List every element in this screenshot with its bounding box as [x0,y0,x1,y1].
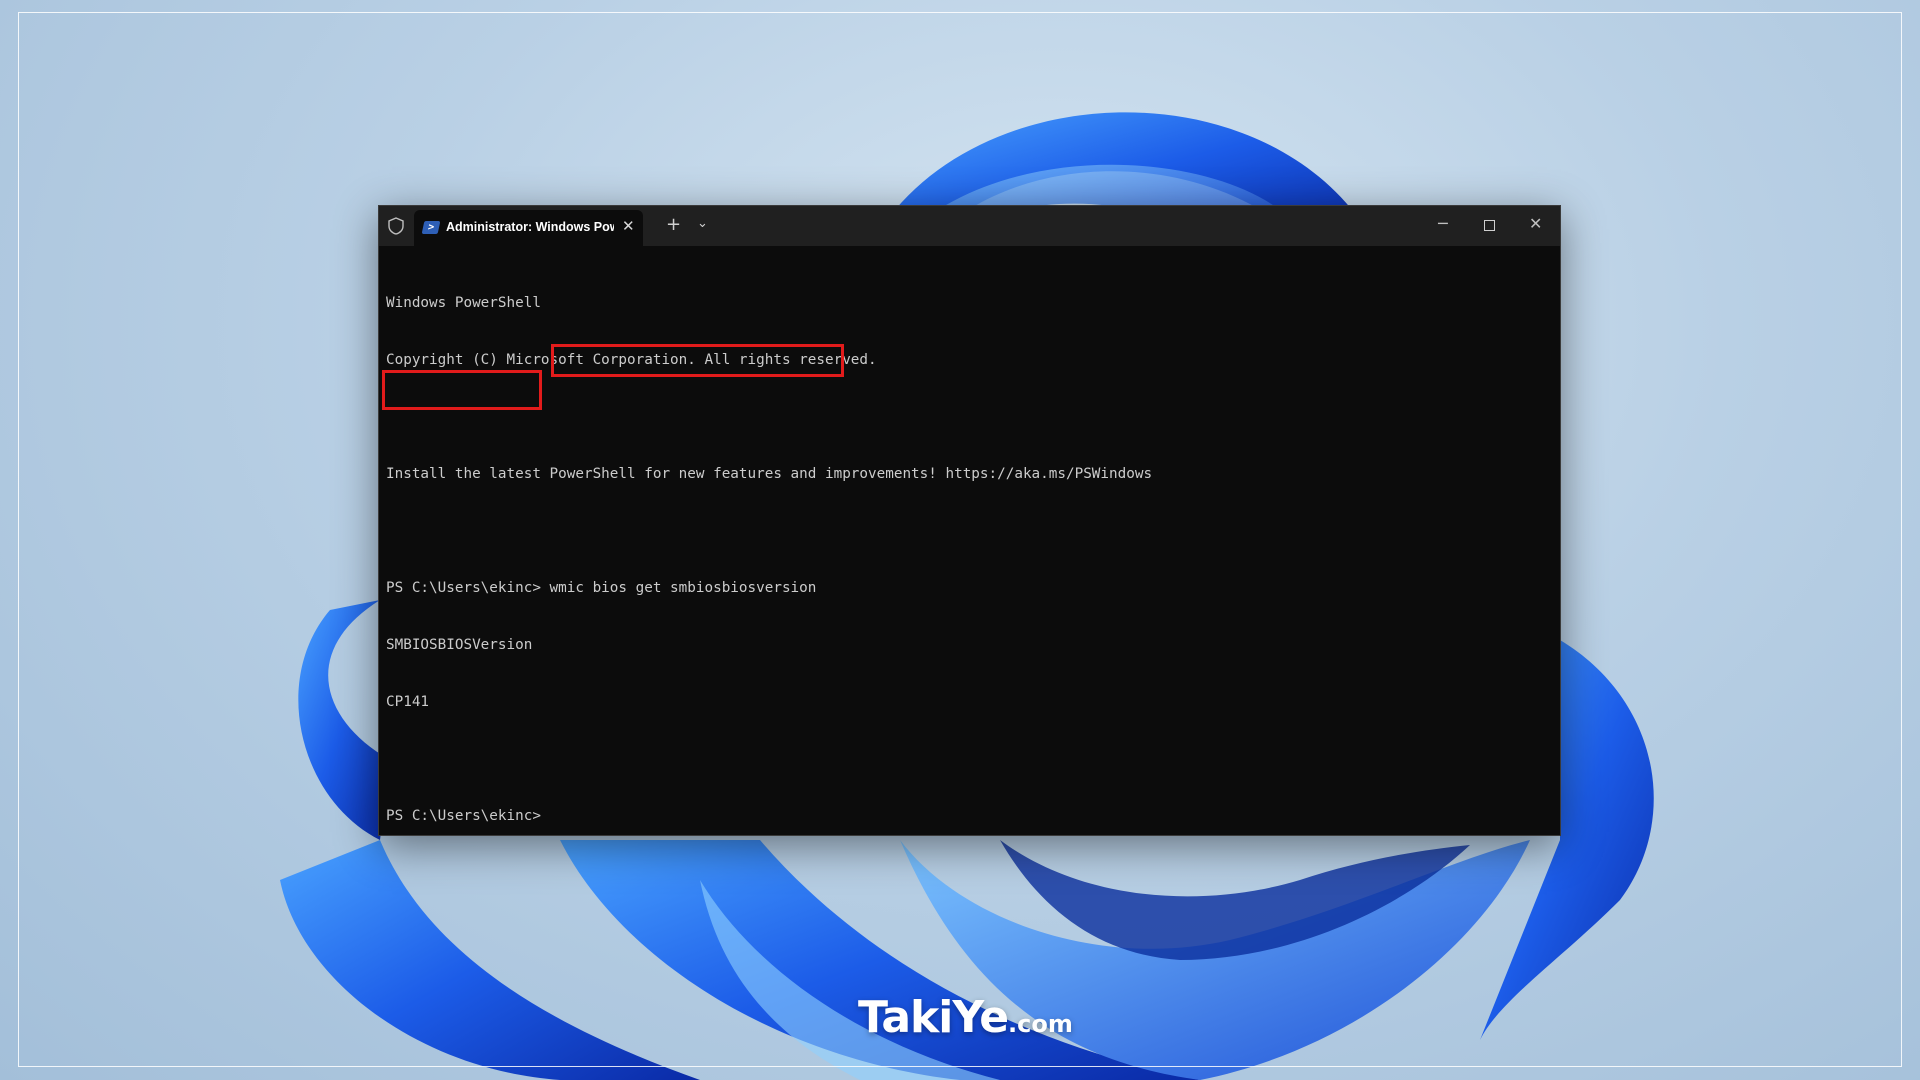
console-output-header: SMBIOSBIOSVersion [386,637,533,653]
title-bar[interactable]: > Administrator: Windows Powe ✕ + ⌄ ─ ✕ [379,206,1560,246]
terminal-window[interactable]: > Administrator: Windows Powe ✕ + ⌄ ─ ✕ … [378,205,1561,836]
console-output-value: CP141 [386,694,430,710]
new-tab-icon[interactable]: + [666,214,681,235]
watermark-brand: TakiYe [858,992,1009,1043]
output-highlight-box [382,370,542,410]
watermark-suffix: .com [1008,1010,1073,1038]
watermark-logo: TakiYe.com [858,992,1073,1043]
powershell-icon: > [421,221,441,234]
minimize-icon[interactable]: ─ [1438,214,1448,233]
close-icon[interactable]: ✕ [1529,214,1542,233]
console-line: Install the latest PowerShell for new fe… [386,466,1153,482]
tab-powershell[interactable]: > Administrator: Windows Powe ✕ [414,210,643,246]
console-line: Windows PowerShell [386,295,541,311]
console-command-line: PS C:\Users\ekinc> wmic bios get smbiosb… [386,580,817,596]
console-prompt[interactable]: PS C:\Users\ekinc> [386,807,1560,826]
tab-title: Administrator: Windows Powe [446,220,614,234]
chevron-down-icon[interactable]: ⌄ [697,216,708,231]
console-output[interactable]: Windows PowerShell Copyright (C) Microso… [382,256,1560,835]
command-highlight-box [551,344,844,377]
maximize-icon[interactable] [1484,220,1495,231]
tab-close-icon[interactable]: ✕ [622,217,635,235]
shield-icon [388,217,404,235]
